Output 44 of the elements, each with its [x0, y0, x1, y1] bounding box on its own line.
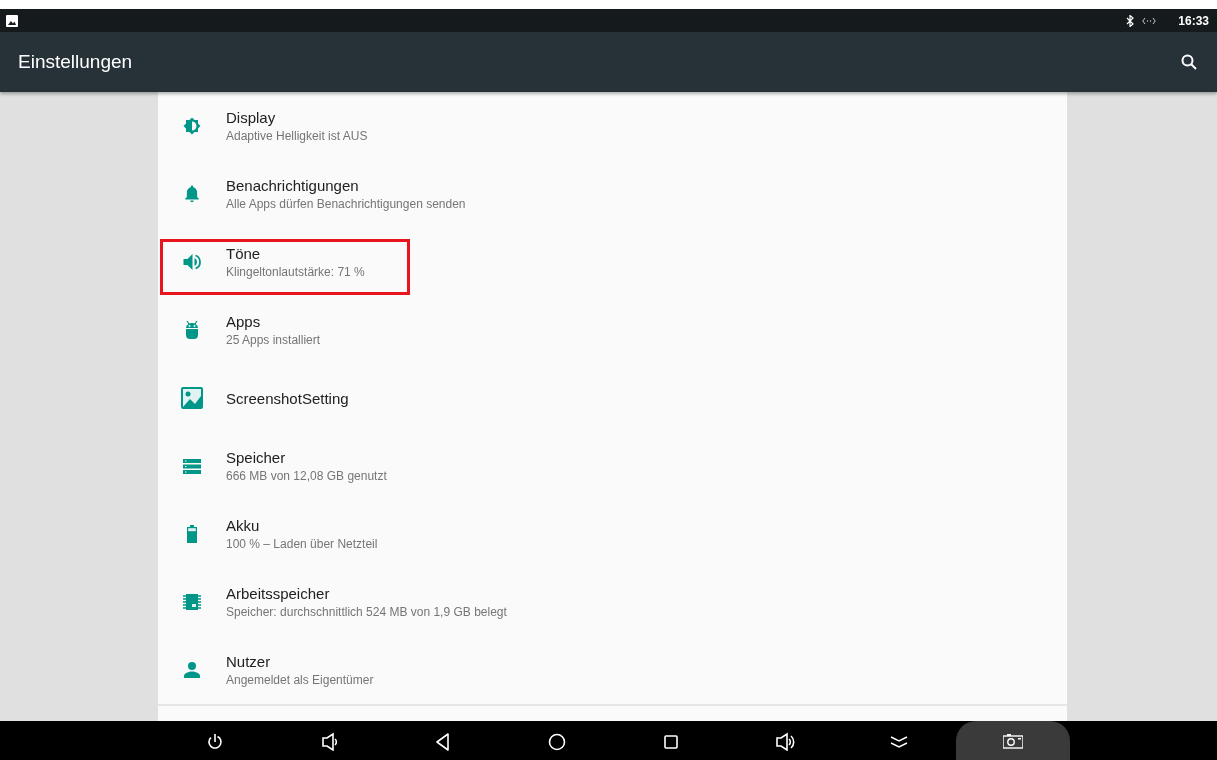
volume-down-icon	[319, 730, 339, 751]
picture-icon	[181, 387, 203, 409]
settings-item[interactable]: Display Adaptive Helligkeit ist AUS	[158, 92, 1067, 160]
gallery-icon	[6, 14, 18, 27]
data-arrows-icon	[1142, 16, 1157, 25]
camera-button[interactable]	[956, 721, 1070, 760]
battery-icon	[187, 525, 197, 543]
setting-title: Display	[226, 109, 277, 126]
bluetooth-icon	[1126, 14, 1135, 27]
setting-summary: 666 MB von 12,08 GB genutzt	[226, 469, 387, 483]
robot-icon	[185, 321, 199, 339]
person-icon	[184, 662, 200, 678]
setting-title: Speicher	[226, 449, 287, 466]
setting-summary: Speicher: durchschnittlich 524 MB von 1,9 GB belegt	[226, 605, 507, 619]
settings-item[interactable]: ScreenshotSetting	[158, 364, 1067, 432]
setting-title: Benachrichtigungen	[226, 177, 360, 194]
setting-summary: Angemeldet als Eigentümer	[226, 673, 374, 687]
toolbar-title: Einstellungen	[18, 51, 134, 73]
setting-summary: 100 % – Laden über Netzteil	[226, 537, 378, 551]
setting-summary: Adaptive Helligkeit ist AUS	[226, 129, 368, 143]
settings-item[interactable]: Nutzer Angemeldet als Eigentümer	[158, 636, 1067, 704]
bell-icon	[184, 185, 200, 203]
setting-title: Apps	[226, 313, 262, 330]
settings-item[interactable]: Arbeitsspeicher Speicher: durchschnittlich 524 MB von 1,9 GB belegt	[158, 568, 1067, 636]
setting-title: Nutzer	[226, 653, 272, 670]
settings-item[interactable]: Speicher 666 MB von 12,08 GB genutzt	[158, 432, 1067, 500]
setting-title: Arbeitsspeicher	[226, 585, 331, 602]
setting-title: ScreenshotSetting	[226, 389, 349, 407]
volume-up-icon	[775, 730, 795, 751]
setting-summary: 25 Apps installiert	[226, 333, 321, 347]
settings-item[interactable]: Apps 25 Apps installiert	[158, 296, 1067, 364]
settings-item[interactable]: Akku 100 % – Laden über Netzteil	[158, 500, 1067, 568]
settings-item[interactable]: Töne Klingeltonlautstärke: 71 %	[158, 228, 1067, 296]
speaker-icon	[183, 254, 201, 270]
setting-title: Akku	[226, 517, 261, 534]
setting-title: Töne	[226, 245, 262, 262]
clock-time: 16:33	[1178, 13, 1209, 28]
settings-item[interactable]: Benachrichtigungen Alle Apps dürfen Benachrichtigungen senden	[158, 160, 1067, 228]
search-icon	[1181, 54, 1197, 70]
setting-summary: Klingeltonlautstärke: 71 %	[226, 265, 365, 279]
chip-icon	[183, 594, 201, 610]
setting-summary: Alle Apps dürfen Benachrichtigungen senden	[226, 197, 466, 211]
storage-icon	[183, 458, 201, 474]
brightness-icon	[183, 117, 201, 135]
